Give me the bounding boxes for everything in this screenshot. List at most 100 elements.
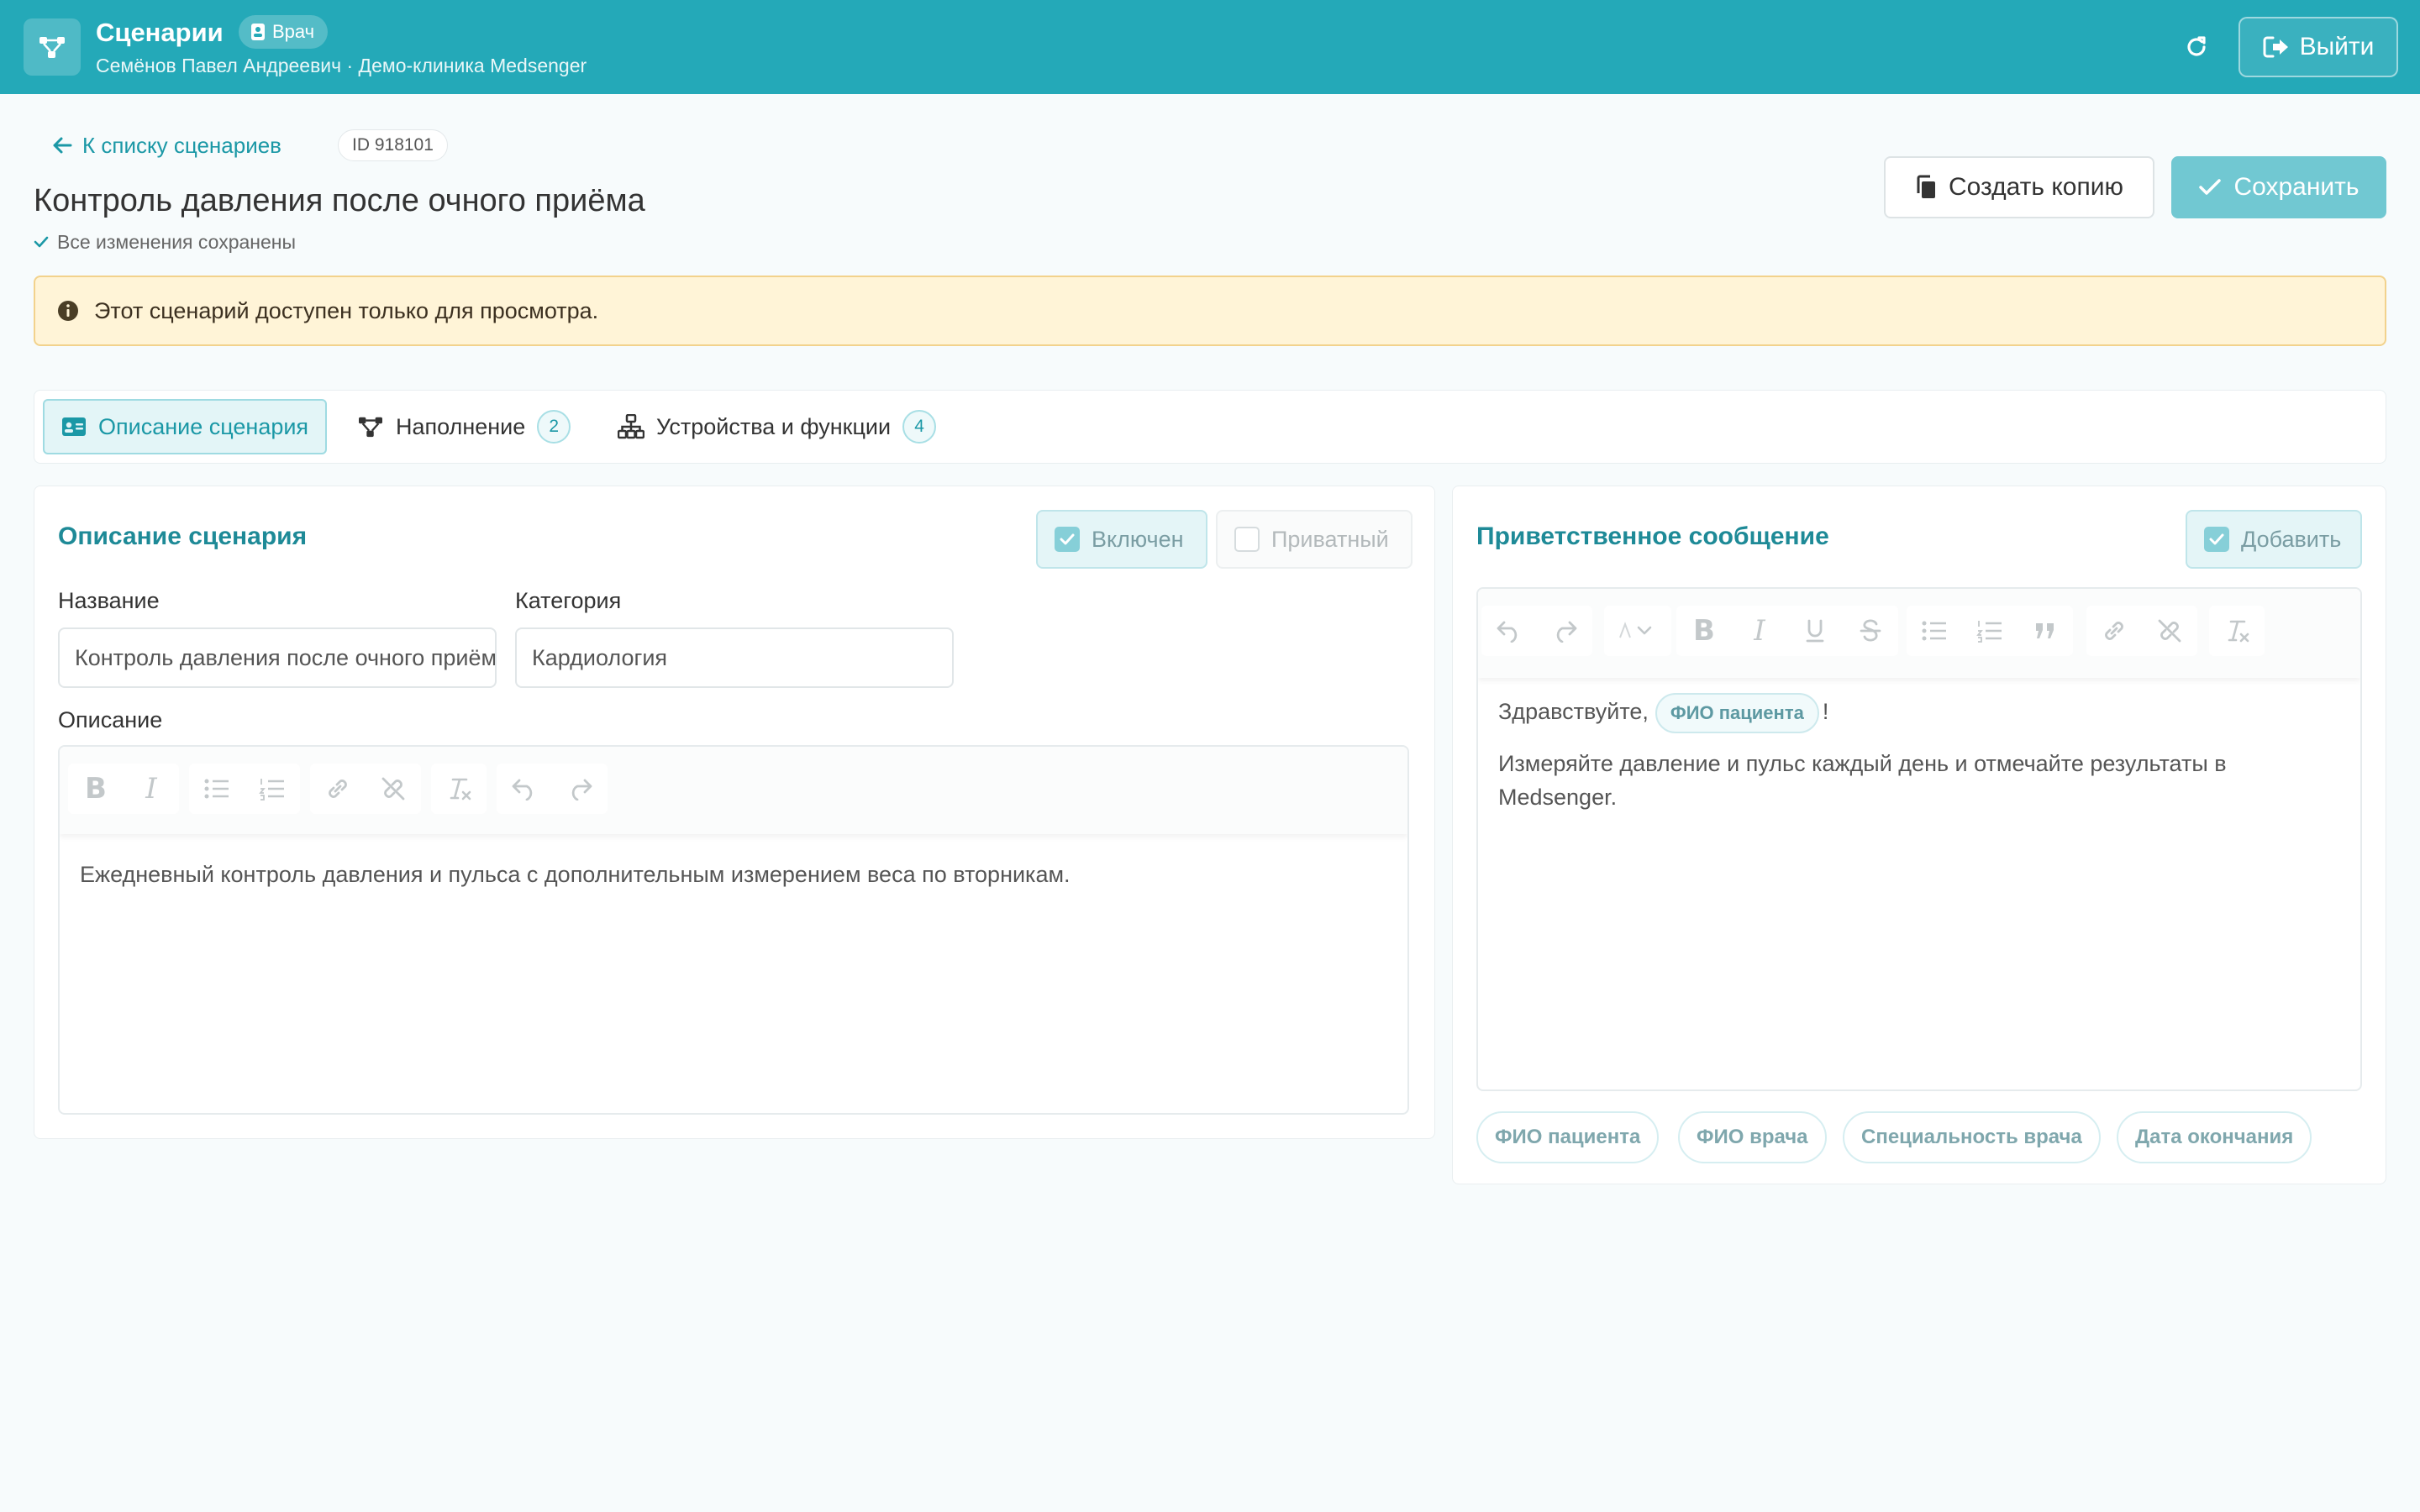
- bullet-list-icon: [1922, 621, 1946, 641]
- tab-devices[interactable]: Устройства и функции 4: [618, 399, 937, 454]
- check-icon: [2199, 179, 2222, 195]
- redo-icon: [571, 779, 592, 801]
- check-icon: [2209, 533, 2224, 545]
- tab-label: Описание сценария: [98, 413, 309, 439]
- undo-icon: [1497, 621, 1518, 643]
- strikethrough-icon: [1860, 619, 1881, 642]
- tab-content[interactable]: Наполнение 2: [357, 399, 571, 454]
- unlink-button[interactable]: [2142, 606, 2197, 656]
- bold-button[interactable]: B: [68, 764, 124, 814]
- bullet-list-icon: [204, 779, 229, 799]
- description-editor[interactable]: B I Ежедневный контроль давления и пульс…: [58, 745, 1409, 1115]
- patient-name-variable: ФИО пациента: [1655, 693, 1819, 733]
- role-badge-label: Врач: [272, 21, 315, 42]
- description-label: Описание: [58, 707, 163, 732]
- undo-icon: [512, 779, 533, 801]
- italic-icon: I: [1754, 614, 1765, 648]
- tab-count-badge: 4: [902, 410, 937, 444]
- redo-button[interactable]: [552, 764, 608, 814]
- format-group: B I: [68, 764, 179, 814]
- link-group: [310, 764, 421, 814]
- check-icon: [1060, 533, 1075, 545]
- logout-icon: [2263, 36, 2288, 58]
- scenario-id-badge: ID 918101: [338, 129, 448, 161]
- history-group: [497, 764, 608, 814]
- tab-label: Наполнение: [396, 413, 526, 439]
- font-size-icon: [1619, 622, 1652, 638]
- greeting-card-title: Приветственное сообщение: [1476, 522, 1829, 550]
- copy-icon: [1917, 175, 1935, 198]
- private-label: Приватный: [1271, 526, 1389, 552]
- bullet-list-button[interactable]: [189, 764, 245, 814]
- clear-format-icon: [2228, 620, 2249, 643]
- unlink-icon: [381, 777, 405, 801]
- numbered-list-button[interactable]: [1962, 606, 2018, 656]
- undo-button[interactable]: [497, 764, 552, 814]
- flow-icon: [359, 417, 382, 438]
- italic-icon: I: [145, 772, 157, 806]
- save-label: Сохранить: [2233, 173, 2360, 201]
- clear-format-icon: [450, 778, 471, 801]
- undo-button[interactable]: [1481, 606, 1537, 656]
- app-logo[interactable]: [24, 18, 81, 76]
- variable-chip-patient-name[interactable]: ФИО пациента: [1476, 1111, 1660, 1163]
- logout-label: Выйти: [2299, 33, 2375, 60]
- unlink-icon: [2158, 619, 2181, 643]
- editor-toolbar: B I: [60, 747, 1407, 834]
- refresh-button[interactable]: [2175, 27, 2218, 67]
- add-label: Добавить: [2241, 526, 2342, 552]
- redo-icon: [1556, 621, 1577, 643]
- greeting-card: Приветственное сообщение Добавить B I Зд…: [1452, 486, 2386, 1184]
- name-input[interactable]: Контроль давления после очного приёма: [58, 627, 497, 688]
- editor-toolbar: B I: [1478, 589, 2360, 678]
- category-label: Категория: [515, 588, 622, 613]
- redo-button[interactable]: [1537, 606, 1592, 656]
- clear-format-button[interactable]: [431, 764, 487, 814]
- variable-chip-end-date[interactable]: Дата окончания: [2117, 1111, 2312, 1163]
- italic-button[interactable]: I: [1732, 606, 1787, 656]
- quote-button[interactable]: [2018, 606, 2073, 656]
- variable-chip-doctor-name[interactable]: ФИО врача: [1678, 1111, 1827, 1163]
- tab-label: Устройства и функции: [656, 413, 892, 439]
- page-title: Контроль давления после очного приёма: [34, 183, 645, 218]
- category-input[interactable]: Кардиология: [515, 627, 954, 688]
- back-to-list-link[interactable]: К списку сценариев: [52, 131, 281, 160]
- greeting-editor[interactable]: B I Здравствуйте, ФИО пациента ! Измеряй…: [1476, 587, 2362, 1091]
- save-button[interactable]: Сохранить: [2171, 156, 2386, 218]
- tab-description[interactable]: Описание сценария: [43, 399, 328, 454]
- checkbox-unchecked: [1234, 527, 1260, 552]
- font-size-dropdown[interactable]: [1604, 606, 1671, 656]
- bullet-list-button[interactable]: [1907, 606, 1962, 656]
- variable-chip-doctor-specialty[interactable]: Специальность врача: [1843, 1111, 2101, 1163]
- read-only-alert: Этот сценарий доступен только для просмо…: [34, 276, 2386, 346]
- description-card-title: Описание сценария: [58, 522, 308, 550]
- link-button[interactable]: [310, 764, 366, 814]
- logout-button[interactable]: Выйти: [2238, 17, 2398, 77]
- format-group: B I: [1676, 606, 1898, 656]
- history-group: [1481, 606, 1592, 656]
- italic-button[interactable]: I: [124, 764, 179, 814]
- strikethrough-button[interactable]: [1843, 606, 1898, 656]
- top-bar: Сценарии Врач Семёнов Павел Андреевич · …: [0, 0, 2420, 94]
- underline-button[interactable]: [1787, 606, 1843, 656]
- clear-format-button[interactable]: [2209, 606, 2265, 656]
- private-toggle[interactable]: Приватный: [1216, 510, 1413, 569]
- saved-status: Все изменения сохранены: [34, 230, 296, 254]
- link-button[interactable]: [2086, 606, 2142, 656]
- underline-icon: [1806, 619, 1824, 643]
- clear-group: [431, 764, 487, 814]
- unlink-button[interactable]: [366, 764, 421, 814]
- network-icon: [618, 414, 644, 439]
- alert-text: Этот сценарий доступен только для просмо…: [94, 297, 599, 323]
- bold-button[interactable]: B: [1676, 606, 1732, 656]
- greeting-body-text: Измеряйте давление и пульс каждый день и…: [1498, 751, 2227, 810]
- back-link-label: К списку сценариев: [82, 133, 281, 158]
- create-copy-button[interactable]: Создать копию: [1884, 156, 2154, 218]
- link-icon: [329, 780, 347, 798]
- numbered-list-button[interactable]: [245, 764, 300, 814]
- id-card-icon: [62, 417, 86, 436]
- enabled-toggle[interactable]: Включен: [1036, 510, 1207, 569]
- badge-icon: [251, 24, 265, 40]
- user-info: Семёнов Павел Андреевич · Демо-клиника M…: [96, 55, 587, 76]
- add-greeting-toggle[interactable]: Добавить: [2186, 510, 2362, 569]
